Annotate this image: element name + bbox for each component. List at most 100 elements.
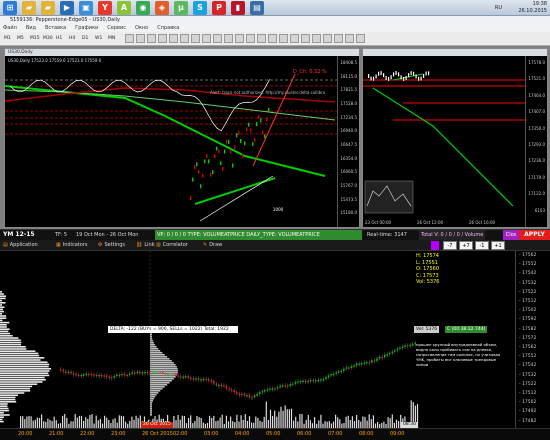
draw-icon: ✎ xyxy=(203,242,207,248)
toolbar-button[interactable] xyxy=(334,34,343,43)
app-icon[interactable]: P xyxy=(212,1,226,15)
folder-icon[interactable]: ▰ xyxy=(22,1,36,15)
price-chart[interactable] xyxy=(363,56,525,228)
color-swatch[interactable] xyxy=(431,241,439,250)
menu-item[interactable]: Вставка xyxy=(42,25,66,31)
timeframe-button-m15[interactable]: M15 xyxy=(30,36,40,41)
toolbar-button[interactable] xyxy=(279,34,288,43)
chart-window-title[interactable] xyxy=(363,49,547,56)
price-tick: - 17542 xyxy=(519,363,536,368)
price-tick: 17521.0 xyxy=(528,76,545,81)
tool-correlator[interactable]: ▥ Correlator xyxy=(156,242,188,248)
toolbar-button[interactable] xyxy=(235,34,244,43)
time-tick: 07:00 xyxy=(328,431,342,437)
chart-window-main[interactable]: US30,Daily US30,Daily 17523.0 17559.0 17… xyxy=(4,48,360,228)
tool-label: Draw xyxy=(209,242,222,248)
utorrent-icon[interactable]: μ xyxy=(174,1,188,15)
menu-item[interactable]: Графики xyxy=(72,25,98,31)
app-icon[interactable]: ◈ xyxy=(155,1,169,15)
toolbar-button[interactable] xyxy=(323,34,332,43)
desktop-icon[interactable]: ▣ xyxy=(79,1,93,15)
toolbar-button[interactable] xyxy=(202,34,211,43)
toolbar-button[interactable] xyxy=(257,34,266,43)
time-tick: 26 Oct 16:00 xyxy=(469,220,495,225)
stepper-button[interactable]: -1 xyxy=(475,241,489,250)
timeframe-button-h4[interactable]: H4 xyxy=(69,36,75,41)
price-tick: 17350.0 xyxy=(528,126,545,131)
android-icon[interactable]: A xyxy=(117,1,131,15)
apply-button[interactable]: APPLY xyxy=(519,230,550,240)
close-button[interactable]: Clos xyxy=(503,230,519,240)
menu-item[interactable]: Файл xyxy=(0,25,17,31)
timeframe-button-w1[interactable]: W1 xyxy=(95,36,102,41)
price-tick: - 17522 xyxy=(519,382,536,387)
price-axis: 18408.5 18115.0 17821.5 17528.0 17234.5 16940… xyxy=(337,56,359,227)
skype-icon[interactable]: S xyxy=(193,1,207,15)
price-tick: 17293.0 xyxy=(528,142,545,147)
chrome-icon[interactable]: ◉ xyxy=(136,1,150,15)
stepper-button[interactable]: -7 xyxy=(443,241,457,250)
windows-start-icon[interactable]: ⊞ xyxy=(3,1,17,15)
price-chart[interactable] xyxy=(5,56,337,228)
toolbar-button[interactable] xyxy=(301,34,310,43)
time-tick: 23:00 xyxy=(111,431,125,437)
timeframe-button-d1[interactable]: D1 xyxy=(82,36,88,41)
yandex-browser-icon[interactable]: Y xyxy=(98,1,112,15)
mt4-icon[interactable]: ▤ xyxy=(250,1,264,15)
timeframe-button-h1[interactable]: H1 xyxy=(56,36,62,41)
chart-window-title[interactable]: US30,Daily xyxy=(5,49,359,56)
timeframe-button-mn[interactable]: MN xyxy=(108,36,115,41)
toolbar-button[interactable] xyxy=(147,34,156,43)
price-tick: - 17502 xyxy=(519,400,536,405)
menu-item[interactable]: Вид xyxy=(23,25,36,31)
date-range: 19 Oct Mon - 26 Oct Mon xyxy=(76,232,138,238)
tool-indicators[interactable]: ▦ Indicators xyxy=(56,242,87,248)
price-tick: - 17512 xyxy=(519,391,536,396)
menu-item[interactable]: Окно xyxy=(132,25,148,31)
stepper-button[interactable]: +7 xyxy=(459,241,473,250)
price-tick: 16940.0 xyxy=(340,128,357,133)
tool-link[interactable]: ⛓ Link xyxy=(136,242,155,248)
ohlc-open: O: 17560 xyxy=(416,266,439,273)
tool-label: Correlator xyxy=(163,242,188,248)
toolbar-button[interactable] xyxy=(224,34,233,43)
instrument-symbol[interactable]: YM 12-15 xyxy=(3,231,35,238)
system-clock[interactable]: 19:38 26.10.2015 xyxy=(507,1,547,15)
tool-settings[interactable]: ⚙ Settings xyxy=(98,242,125,248)
timeframe-button-m30[interactable]: M30 xyxy=(43,36,53,41)
delta-tooltip: DELTA: -122 (BUYs = 900, SELLs = 1022) T… xyxy=(108,326,238,333)
menu-item[interactable]: Справка xyxy=(154,25,179,31)
toolbar-button[interactable] xyxy=(312,34,321,43)
toolbar-button[interactable] xyxy=(268,34,277,43)
media-player-icon[interactable]: ▶ xyxy=(60,1,74,15)
price-tick: - 17492 xyxy=(519,409,536,414)
volume-label: Vol: 5376 xyxy=(414,326,439,333)
toolbar-button[interactable] xyxy=(345,34,354,43)
toolbar-button[interactable] xyxy=(136,34,145,43)
timeframe[interactable]: TF: 5 xyxy=(55,232,67,238)
price-tick: - 17502 xyxy=(519,308,536,313)
folder-icon[interactable]: ▰ xyxy=(41,1,55,15)
toolbar-button[interactable] xyxy=(246,34,255,43)
toolbar-button[interactable] xyxy=(191,34,200,43)
language-indicator[interactable]: RU xyxy=(495,5,502,11)
toolbar-button[interactable] xyxy=(169,34,178,43)
toolbar-button[interactable] xyxy=(290,34,299,43)
chart-ohlc: US30,Daily 17523.0 17559.0 17523.0 17559… xyxy=(8,58,101,63)
chart-window-secondary[interactable]: 17578.0 17521.0 17464.0 17407.0 17350.0 17293… xyxy=(362,48,548,228)
price-tick: - 17582 xyxy=(519,327,536,332)
menu-item[interactable]: Сервис xyxy=(104,25,126,31)
toolbar-button[interactable] xyxy=(180,34,189,43)
toolbar-button[interactable] xyxy=(125,34,134,43)
application-icon: ▤ xyxy=(3,242,8,248)
timeframe-button-m1[interactable]: M1 xyxy=(4,36,11,41)
tool-application[interactable]: ▤ Application xyxy=(3,242,38,248)
timeframe-button-m5[interactable]: M5 xyxy=(17,36,24,41)
toolbar-button[interactable] xyxy=(213,34,222,43)
annotation-note: прошел крупный внутридневной объем, видн… xyxy=(416,342,508,367)
tool-draw[interactable]: ✎ Draw xyxy=(203,242,222,248)
stepper-button[interactable]: +1 xyxy=(491,241,505,250)
toolbar-button[interactable] xyxy=(158,34,167,43)
app-icon[interactable]: ▮ xyxy=(231,1,245,15)
toolbar-button[interactable] xyxy=(356,34,365,43)
